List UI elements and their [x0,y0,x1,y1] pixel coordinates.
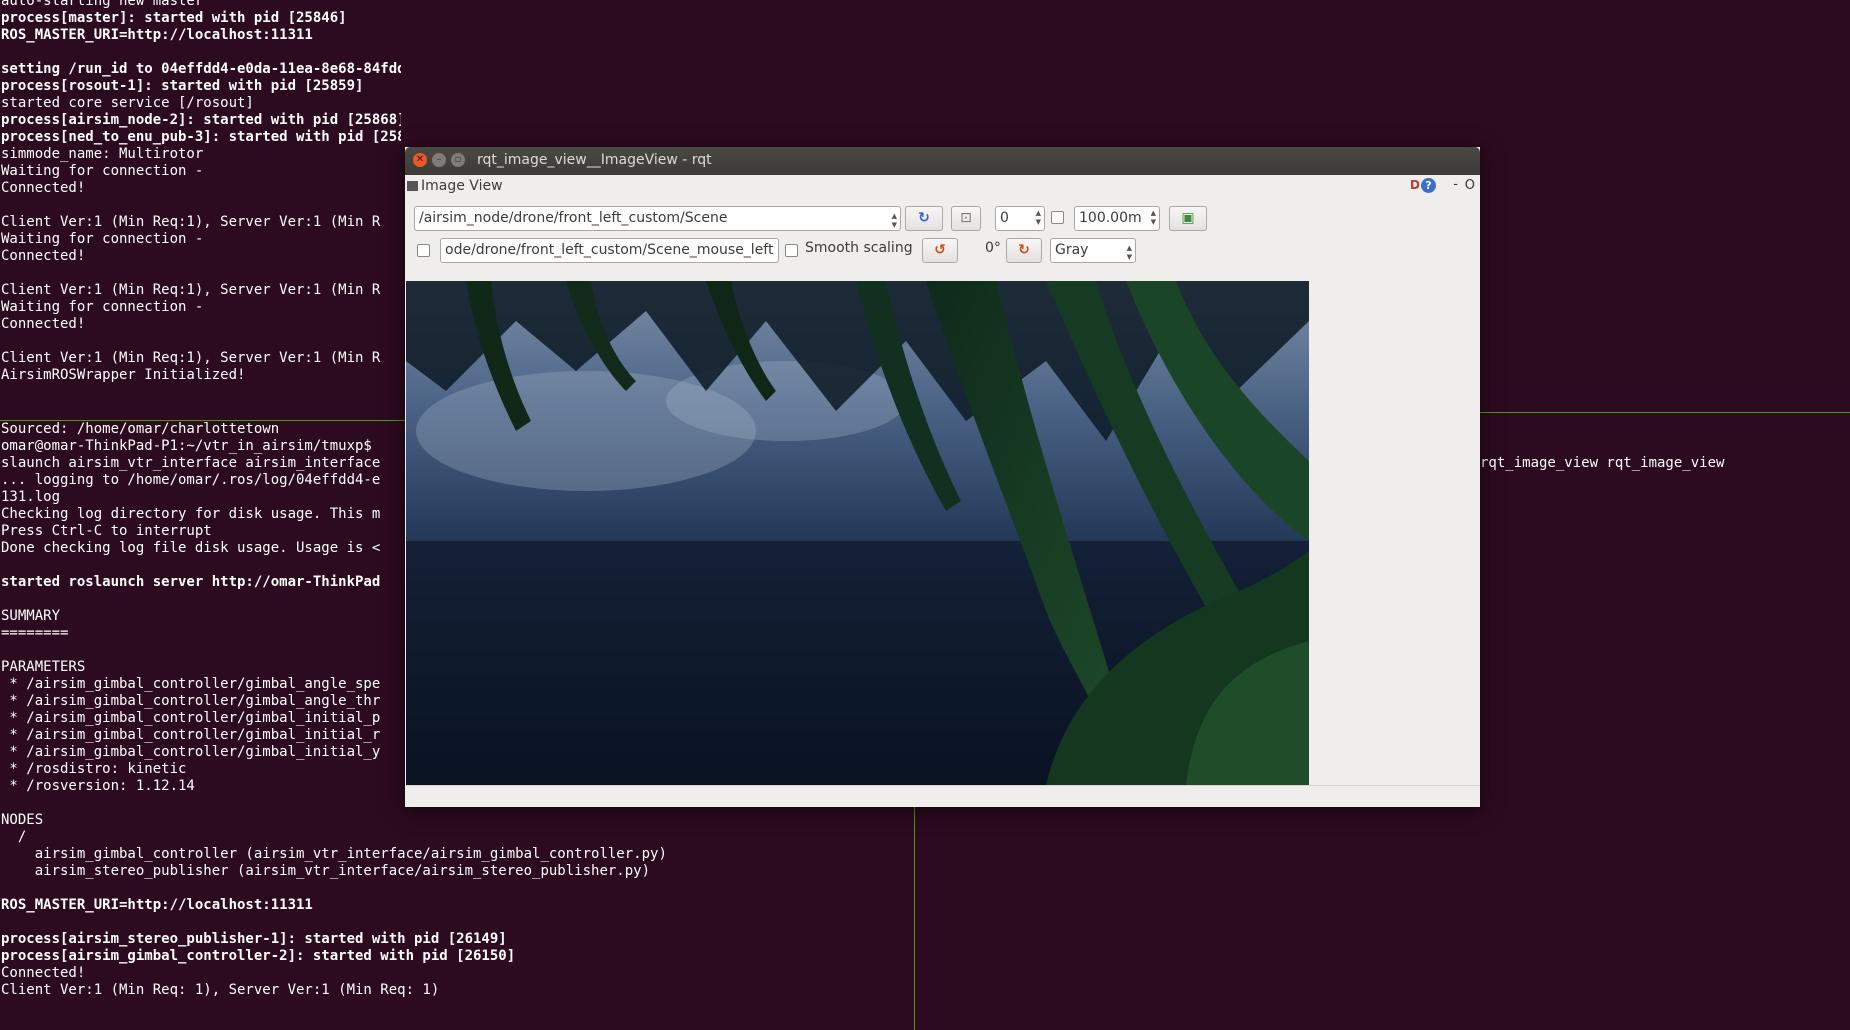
combo-arrows-icon: ▲ ▼ [1126,244,1132,261]
terminal-line: Connected! [1,180,86,196]
window-titlebar[interactable]: ✕ – ▫ rqt_image_view__ImageView - rqt [405,147,1480,175]
terminal-line: Client Ver:1 (Min Req: 1), Server Ver:1 … [1,982,440,998]
terminal-line: rqt_image_view rqt_image_view [1480,455,1725,471]
terminal-line: process[airsim_stereo_publisher-1]: star… [1,931,507,947]
terminal-pane-right[interactable]: rqt_image_view rqt_image_view [1480,455,1850,495]
save-image-button[interactable]: ▣ [1169,206,1207,231]
plugin-icon [407,181,418,191]
color-scheme-select[interactable]: Gray ▲ ▼ [1050,238,1136,263]
terminal-line: Waiting for connection - [1,231,204,247]
publish-rate-checkbox[interactable] [1051,211,1064,224]
topic-select[interactable]: /airsim_node/drone/front_left_custom/Sce… [414,206,901,231]
zoom-1-button[interactable]: ⊡ [951,206,981,231]
rotate-left-button[interactable]: ↺ [922,238,958,263]
maximize-window-button[interactable]: ▫ [451,153,465,167]
terminal-line: NODES [1,812,44,828]
terminal-line: process[airsim_node-2]: started with pid… [1,112,401,128]
terminal-line: process[rosout-1]: started with pid [258… [1,78,364,94]
window-title: rqt_image_view__ImageView - rqt [477,152,712,168]
zoom-icon: ⊡ [960,210,972,226]
refresh-icon: ↻ [918,210,930,226]
terminal-line: ROS_MASTER_URI=http://localhost:11311 [1,897,313,913]
terminal-line: Client Ver:1 (Min Req:1), Server Ver:1 (… [1,282,381,298]
terminal-pane-top[interactable]: auto-starting new master process[master]:… [1,0,401,393]
status-bar [405,785,1480,807]
help-icon[interactable]: ? [1421,178,1436,193]
terminal-line: Waiting for connection - [1,163,204,179]
camera-image[interactable] [406,281,1309,785]
close-window-button[interactable]: ✕ [413,153,427,167]
minimize-plugin-button[interactable]: - [1453,177,1458,192]
color-scheme-value: Gray [1055,242,1089,258]
rotate-right-button[interactable]: ↻ [1006,238,1042,263]
terminal-line: Connected! [1,965,86,981]
terminal-line: process[airsim_gimbal_controller-2]: sta… [1,948,516,964]
terminal-line: process[ned_to_enu_pub-3]: started with … [1,129,401,145]
smooth-scaling-checkbox[interactable] [785,244,798,257]
rate-spinbox[interactable]: 100.00m ▲ ▼ [1074,206,1160,231]
smooth-scaling-label[interactable]: Smooth scaling [805,240,913,256]
terminal-line: Waiting for connection - [1,299,204,315]
pane-divider [914,806,915,1030]
rqt-window[interactable]: ✕ – ▫ rqt_image_view__ImageView - rqt Im… [405,147,1480,807]
terminal-line: started core service [/rosout] [1,95,254,111]
mouse-topic-input[interactable]: ode/drone/front_left_custom/Scene_mouse_… [440,238,779,263]
terminal-line: simmode_name: Multirotor [1,146,204,162]
debug-button[interactable]: D [1410,178,1420,192]
minimize-window-button[interactable]: – [432,153,446,167]
terminal-line: setting /run_id to 04effdd4-e0da-11ea-8e… [1,61,401,77]
spin-arrows-icon[interactable]: ▲ ▼ [1036,209,1041,227]
plugin-header: Image View D ? - O [405,175,1480,197]
rotate-right-icon: ↻ [1018,242,1030,258]
topic-spinbox-value: 0 [1000,210,1009,226]
terminal-line: / [1,829,27,845]
topic-select-value: /airsim_node/drone/front_left_custom/Sce… [419,210,728,226]
spin-arrows-icon[interactable]: ▲ ▼ [1151,209,1156,227]
refresh-topics-button[interactable]: ↻ [905,206,943,231]
rotation-label: 0° [985,240,1001,256]
save-image-icon: ▣ [1181,210,1195,226]
mouse-publish-checkbox[interactable] [417,244,430,257]
plugin-title: Image View [421,178,503,194]
terminal-line: ROS_MASTER_URI=http://localhost:11311 [1,27,313,43]
terminal-line: AirsimROSWrapper Initialized! [1,367,246,383]
rotate-left-icon: ↺ [934,242,946,258]
topic-spinbox[interactable]: 0 ▲ ▼ [995,206,1045,231]
terminal-line: airsim_gimbal_controller (airsim_vtr_int… [1,846,667,862]
rate-spinbox-value: 100.00m [1079,210,1142,226]
terminal-line: airsim_stereo_publisher (airsim_vtr_inte… [1,863,651,879]
terminal-line: auto-starting new master [1,0,204,9]
pane-divider [1480,412,1850,413]
close-plugin-button[interactable]: O [1465,178,1475,193]
terminal-line: Connected! [1,248,86,264]
terminal-line: process[master]: started with pid [25846… [1,10,347,26]
combo-arrows-icon: ▲ ▼ [891,212,897,229]
mouse-topic-value: ode/drone/front_left_custom/Scene_mouse_… [445,242,774,258]
terminal-line: Client Ver:1 (Min Req:1), Server Ver:1 (… [1,214,381,230]
terminal-line: Connected! [1,316,86,332]
image-view[interactable] [406,281,1309,785]
terminal-line: Client Ver:1 (Min Req:1), Server Ver:1 (… [1,350,381,366]
